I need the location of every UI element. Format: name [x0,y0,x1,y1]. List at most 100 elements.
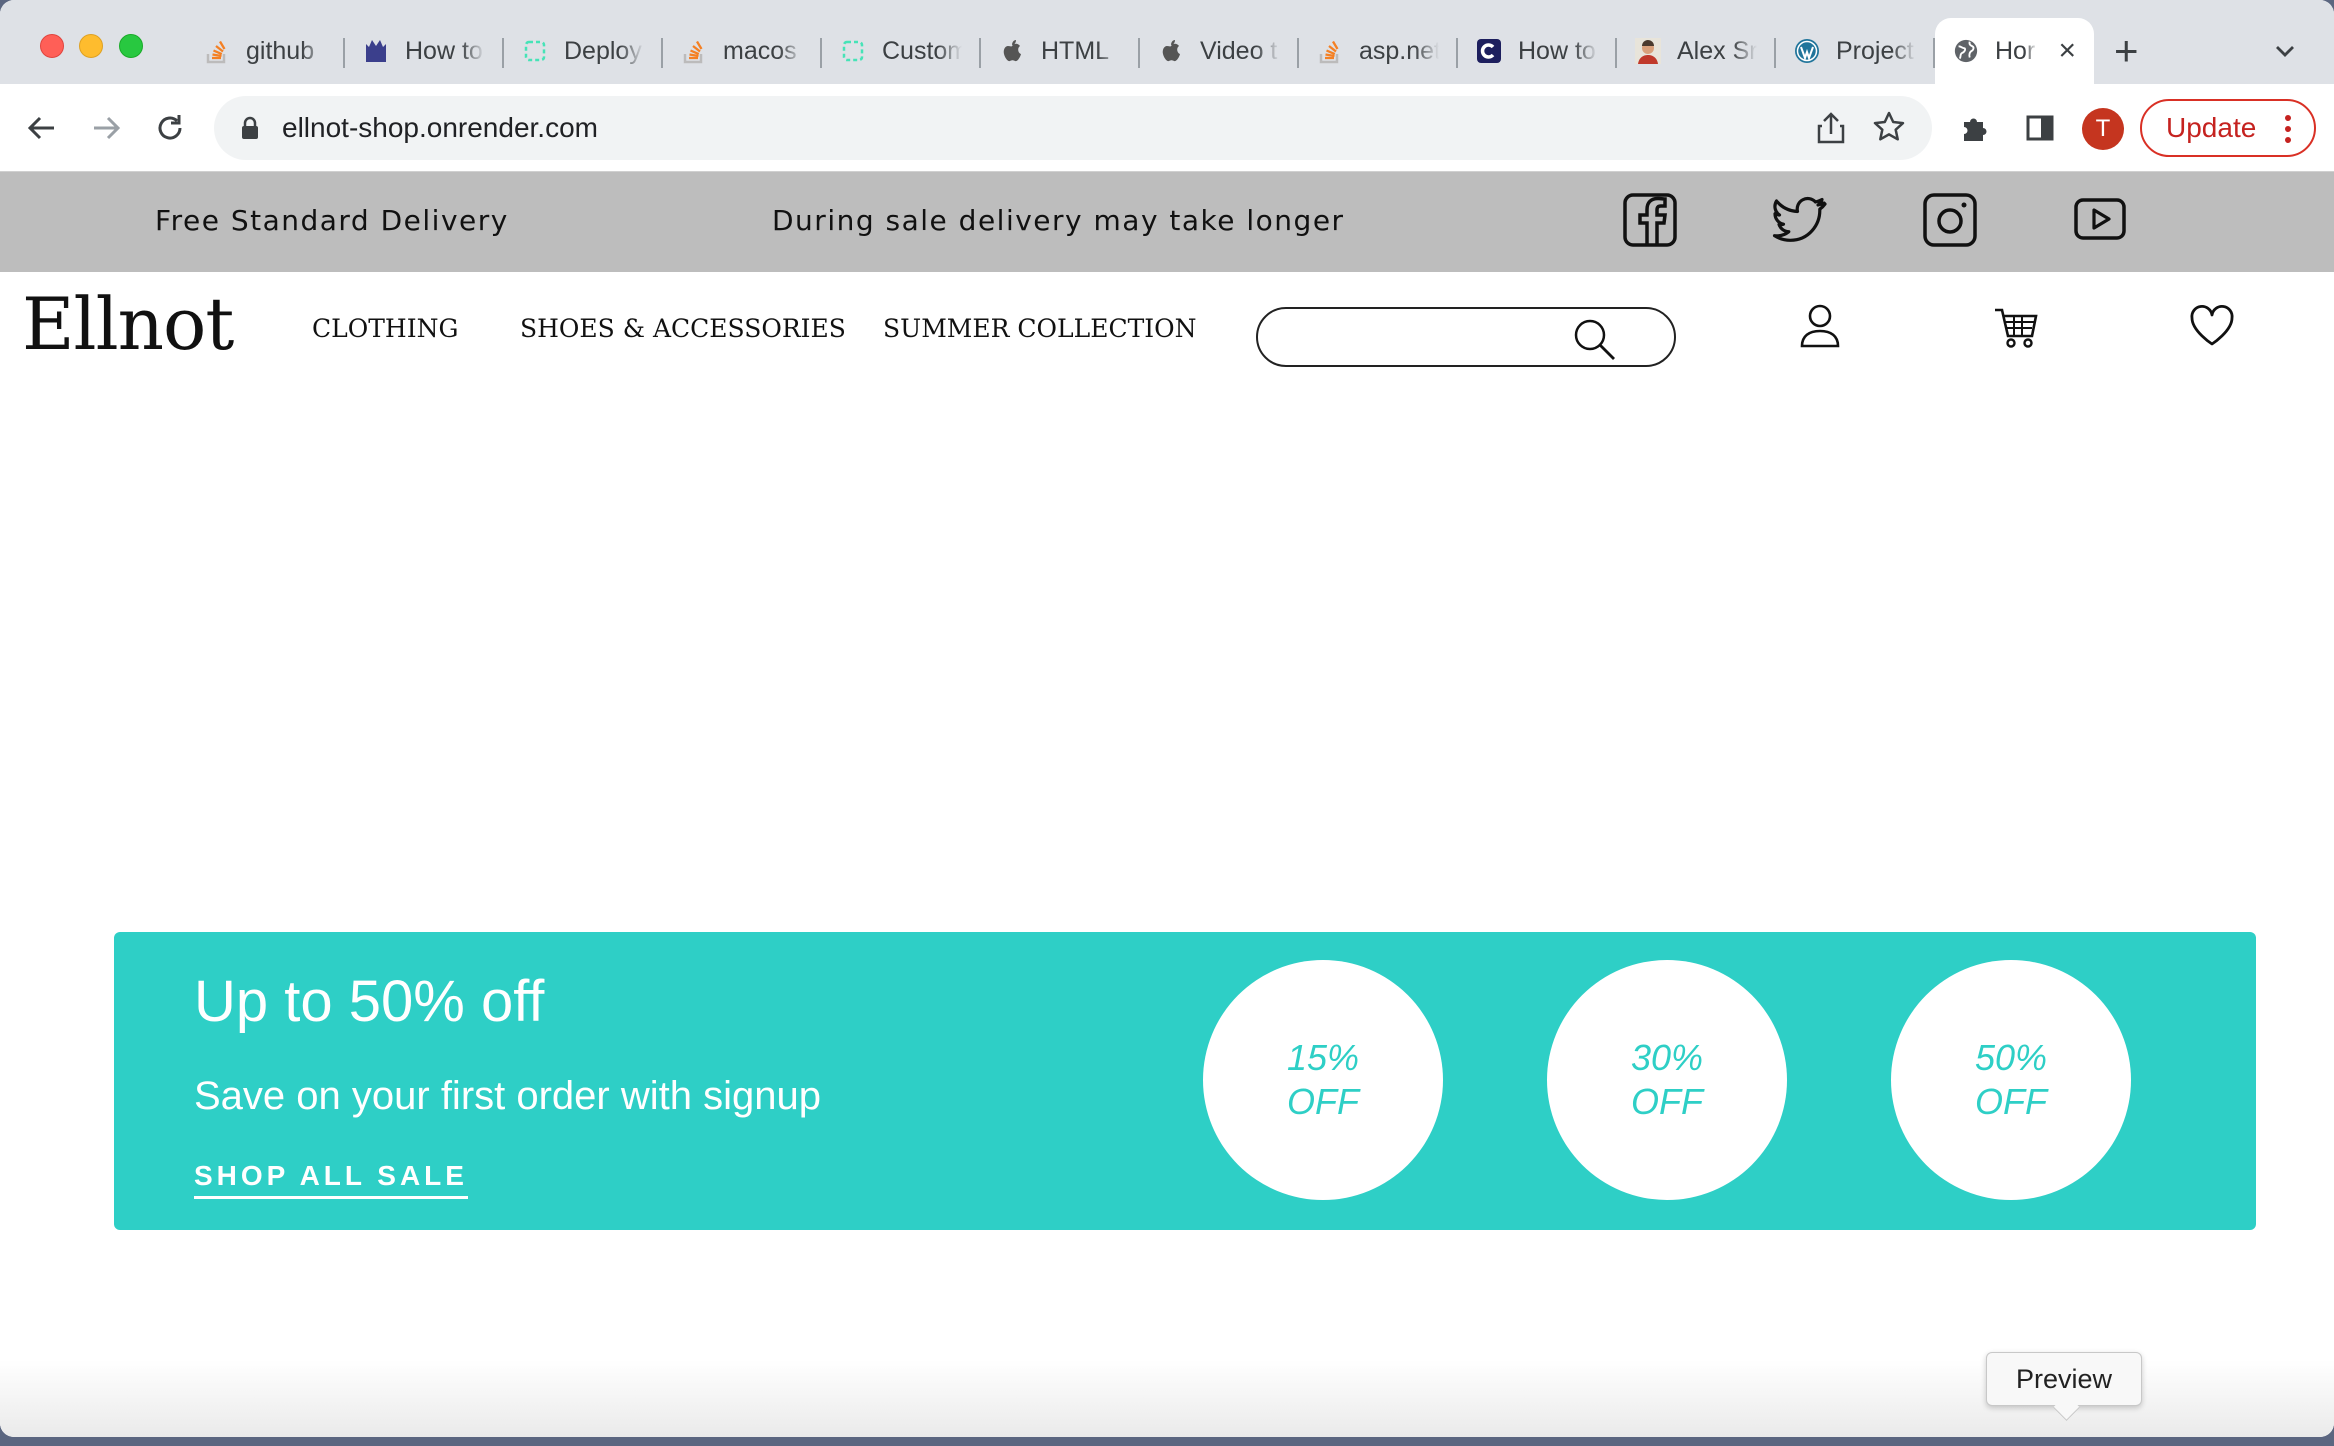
browser-tab[interactable]: How to [345,18,504,84]
discount-percent: 30% [1630,1037,1704,1078]
update-label: Update [2166,112,2257,143]
sale-promo-banner: Up to 50% off Save on your first order w… [114,932,2256,1230]
c-logo-icon [1476,38,1502,64]
browser-window: github How to Deploy macos Custom HTML V… [0,0,2334,1437]
address-bar[interactable]: ellnot-shop.onrender.com [214,96,1932,160]
render-icon [522,38,548,64]
render-icon [840,38,866,64]
search-icon[interactable] [1572,317,1618,368]
search-input[interactable] [1278,319,1578,357]
forward-arrow-icon [94,116,121,140]
reload-button[interactable] [148,106,192,150]
close-tab-icon[interactable]: × [2058,36,2076,66]
instagram-icon[interactable] [1922,192,1978,248]
stackoverflow-icon [204,38,230,64]
close-window-button[interactable] [40,34,64,58]
tab-label: How to [1518,36,1596,65]
free-delivery-text: Free Standard Delivery [155,204,509,237]
facebook-icon[interactable] [1622,192,1678,248]
new-tab-button[interactable]: + [2114,30,2139,72]
browser-tab[interactable]: Alex Sr [1617,18,1776,84]
preview-tooltip: Preview [1986,1352,2142,1406]
browser-tab[interactable]: Project [1776,18,1935,84]
wishlist-heart-icon[interactable] [2188,302,2236,350]
cart-icon[interactable] [1992,302,2040,350]
browser-tab[interactable]: Deploy [504,18,663,84]
tab-label: HTML [1041,36,1110,65]
lock-icon[interactable] [240,116,260,145]
discount-badge-text: 50% OFF [1975,1036,2047,1124]
discount-badge-30[interactable]: 30% OFF [1547,960,1787,1200]
promo-subtitle: Save on your first order with signup [194,1074,821,1118]
tab-label: Hor [1995,36,2036,65]
site-logo[interactable]: Ellnot [22,282,234,366]
bottom-shadow [0,1360,2334,1437]
active-browser-tab[interactable]: Hor × [1935,18,2094,84]
tab-list: github How to Deploy macos Custom HTML V… [186,18,2094,84]
discount-badge-text: 30% OFF [1631,1036,1703,1124]
side-panel-icon[interactable] [2018,106,2062,150]
sale-delivery-notice: During sale delivery may take longer [772,204,1345,237]
person-icon [1635,38,1661,64]
tab-label: github [246,36,315,65]
browser-tab[interactable]: How to [1458,18,1617,84]
nav-link-clothing[interactable]: CLOTHING [312,314,458,343]
discount-percent: 15% [1286,1037,1360,1078]
nav-link-summer-collection[interactable]: SUMMER COLLECTION [883,314,1197,343]
browser-tab[interactable]: asp.net [1299,18,1458,84]
bookmark-star-icon[interactable] [1872,110,1906,149]
discount-percent: 50% [1974,1037,2048,1078]
account-user-icon[interactable] [1796,302,1844,350]
announcement-bar: Free Standard Delivery During sale deliv… [0,172,2334,272]
update-button[interactable]: Update [2140,99,2316,157]
profile-avatar[interactable]: T [2082,108,2124,150]
wordpress-icon [1794,38,1820,64]
tab-label: Custom [882,36,962,65]
apple-icon [1158,38,1184,64]
discount-badge-50[interactable]: 50% OFF [1891,960,2131,1200]
discount-badge-15[interactable]: 15% OFF [1203,960,1443,1200]
stackoverflow-icon [1317,38,1343,64]
site-header: Ellnot CLOTHING SHOES & ACCESSORIES SUMM… [0,272,2334,382]
browser-toolbar: ellnot-shop.onrender.com T Update [0,84,2334,172]
tab-label: Alex Sr [1677,36,1757,65]
tab-label: How to [405,36,483,65]
browser-tab[interactable]: Video t [1140,18,1299,84]
tab-label: Project [1836,36,1914,65]
search-box[interactable] [1256,307,1676,367]
share-icon[interactable] [1814,110,1848,151]
nav-link-shoes-accessories[interactable]: SHOES & ACCESSORIES [520,314,846,343]
discount-off: OFF [1287,1081,1359,1122]
tab-label: Deploy [564,36,642,65]
back-button[interactable] [20,106,64,150]
forward-button[interactable] [84,106,128,150]
discount-off: OFF [1631,1081,1703,1122]
browser-tab[interactable]: Custom [822,18,981,84]
tab-search-chevron-icon[interactable] [2272,38,2298,64]
castle-icon [363,38,389,64]
promo-headline: Up to 50% off [194,969,545,1034]
web-page: Free Standard Delivery During sale deliv… [0,172,2334,1437]
globe-icon [1953,38,1979,64]
twitter-icon[interactable] [1772,192,1828,248]
browser-tab[interactable]: macos [663,18,822,84]
extensions-puzzle-icon[interactable] [1954,106,1998,150]
back-arrow-icon [27,116,54,140]
youtube-icon[interactable] [2072,192,2128,248]
maximize-window-button[interactable] [119,34,143,58]
tab-strip: github How to Deploy macos Custom HTML V… [0,0,2334,84]
apple-icon [999,38,1025,64]
discount-badge-text: 15% OFF [1287,1036,1359,1124]
stackoverflow-icon [681,38,707,64]
browser-tab[interactable]: HTML [981,18,1140,84]
url-text[interactable]: ellnot-shop.onrender.com [282,112,598,144]
discount-off: OFF [1975,1081,2047,1122]
kebab-menu-icon[interactable] [2284,113,2292,152]
reload-icon [158,115,182,140]
minimize-window-button[interactable] [79,34,103,58]
browser-tab[interactable]: github [186,18,345,84]
tab-label: Video t [1200,36,1278,65]
tab-label: asp.net [1359,36,1439,65]
shop-all-sale-link[interactable]: SHOP ALL SALE [194,1160,468,1199]
tab-label: macos [723,36,797,65]
